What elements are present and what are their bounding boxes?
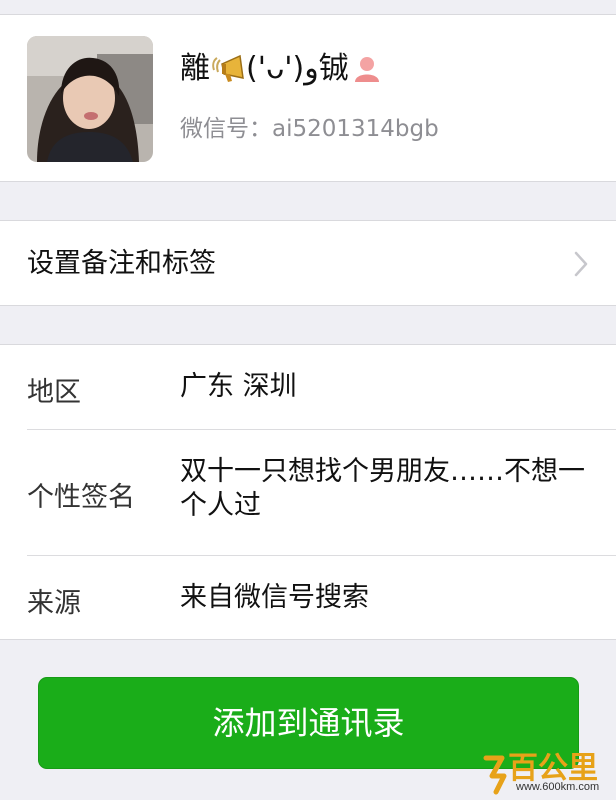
region-label: 地区 [27,377,81,408]
watermark-url: www.600km.com [516,781,600,793]
source-label: 来源 [27,588,81,619]
nickname-prefix: 離 [180,51,210,86]
nickname-suffix: 铖 [318,51,349,86]
megaphone-icon [210,52,246,86]
chevron-right-icon [574,251,588,277]
person-icon [349,52,385,86]
region-row: 地区 广东 深圳 [0,345,616,429]
source-value: 来自微信号搜索 [180,582,369,613]
wechat-id-label: 微信号： [180,116,272,142]
set-remark-label: 设置备注和标签 [27,248,216,279]
wechat-id: 微信号：ai5201314bgb [180,109,439,143]
region-value: 广东 深圳 [180,371,297,402]
contact-profile-page: 離 ('ᴗ')و 铖 微信号：ai5201314bgb 设置备注和标签 地区 广… [0,0,616,800]
wechat-id-value: ai5201314bgb [272,116,439,142]
avatar[interactable] [27,36,153,162]
source-row: 来源 来自微信号搜索 [0,555,616,641]
nickname: 離 ('ᴗ')و 铖 [180,49,385,89]
profile-card: 離 ('ᴗ')و 铖 微信号：ai5201314bgb [0,14,616,182]
nickname-kaomoji: ('ᴗ')و [246,51,319,86]
info-card: 地区 广东 深圳 个性签名 双十一只想找个男朋友……不想一个人过 来源 来自微信… [0,344,616,640]
signature-label: 个性签名 [27,482,135,513]
signature-value: 双十一只想找个男朋友……不想一个人过 [180,456,585,521]
signature-row: 个性签名 双十一只想找个男朋友……不想一个人过 [0,429,616,555]
set-remark-and-tags-row[interactable]: 设置备注和标签 [0,220,616,306]
